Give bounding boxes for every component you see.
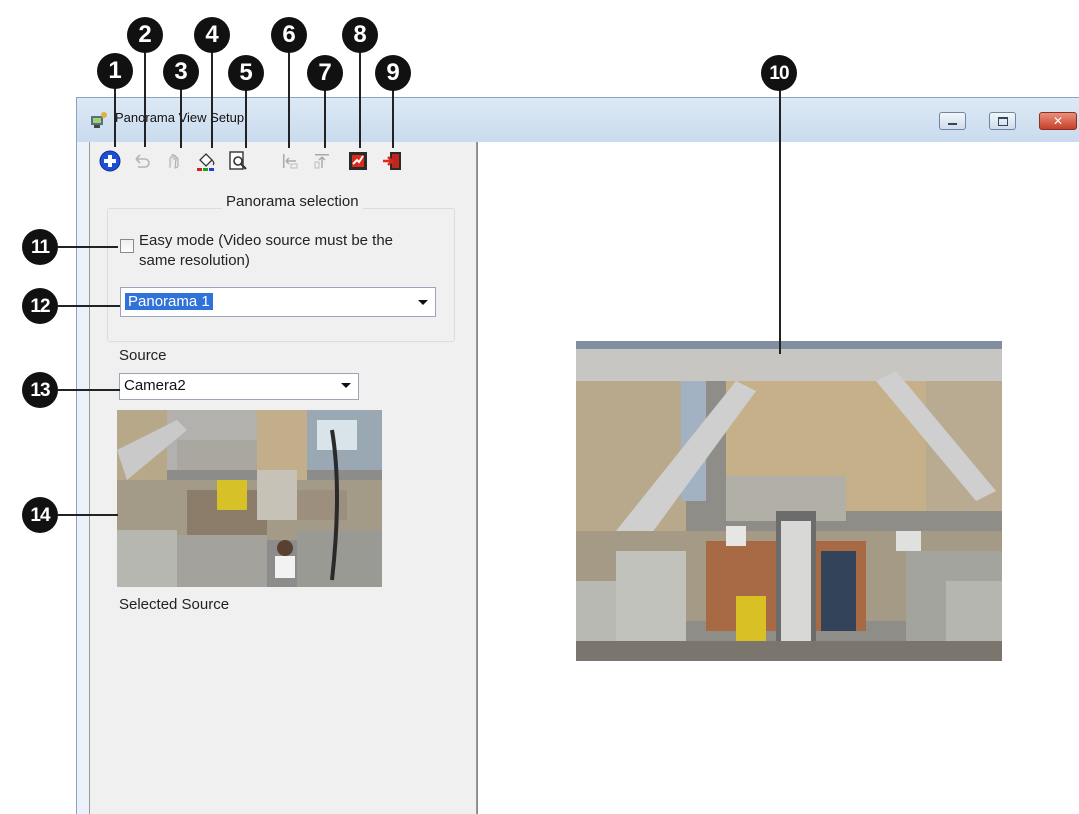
source-dropdown[interactable]: Camera2 <box>119 373 359 400</box>
easy-mode-label: Easy mode (Video source must be the same… <box>139 232 394 269</box>
callout-leader <box>324 88 326 148</box>
panorama-preview-image <box>576 341 1002 661</box>
callout-7: 7 <box>307 55 343 91</box>
panorama-preview-pane <box>477 142 1079 814</box>
minimize-icon <box>948 122 957 125</box>
callout-11: 11 <box>22 229 58 265</box>
maximize-icon <box>997 116 1008 126</box>
save-button[interactable] <box>347 150 369 172</box>
color-button[interactable] <box>195 150 217 172</box>
panorama-dropdown-value: Panorama 1 <box>125 293 213 310</box>
callout-leader <box>58 305 120 307</box>
undo-button[interactable] <box>131 150 153 172</box>
callout-leader <box>392 88 394 148</box>
callout-6: 6 <box>271 17 307 53</box>
callout-10: 10 <box>761 55 797 91</box>
callout-leader <box>144 50 146 147</box>
callout-leader <box>58 389 120 391</box>
save-icon <box>349 152 367 170</box>
hand-button[interactable] <box>163 150 185 172</box>
chevron-down-icon <box>341 383 351 388</box>
callout-leader <box>58 246 118 248</box>
undo-icon <box>135 154 150 168</box>
selected-source-caption: Selected Source <box>119 596 230 613</box>
callout-5: 5 <box>228 55 264 91</box>
callout-12: 12 <box>22 288 58 324</box>
chevron-down-icon <box>418 300 428 305</box>
panorama-selected-text: Panorama 1 <box>125 293 213 310</box>
callout-9: 9 <box>375 55 411 91</box>
callout-3: 3 <box>163 54 199 90</box>
add-icon <box>99 150 121 172</box>
callout-leader <box>779 89 781 354</box>
source-label: Source <box>119 347 167 364</box>
source-dropdown-value: Camera2 <box>124 377 186 394</box>
selected-source-thumbnail <box>117 410 382 587</box>
add-button[interactable] <box>99 150 121 172</box>
close-button[interactable]: ✕ <box>1039 112 1077 130</box>
preview-button[interactable] <box>227 150 249 172</box>
close-icon: ✕ <box>1052 114 1064 128</box>
align-left-button[interactable] <box>279 150 301 172</box>
callout-4: 4 <box>194 17 230 53</box>
up-align-icon <box>314 154 329 169</box>
easy-mode-checkbox[interactable] <box>120 239 134 253</box>
callout-2: 2 <box>127 17 163 53</box>
minimize-button[interactable] <box>939 112 966 130</box>
callout-14: 14 <box>22 497 58 533</box>
callout-leader <box>359 50 361 148</box>
maximize-button[interactable] <box>989 112 1016 130</box>
left-align-icon <box>283 154 298 169</box>
title-bar: Panorama View Setup ✕ <box>77 98 1079 142</box>
callout-13: 13 <box>22 372 58 408</box>
panorama-selection-group <box>107 208 455 342</box>
exit-icon <box>383 152 401 170</box>
hand-icon <box>169 154 179 169</box>
panorama-dropdown[interactable]: Panorama 1 <box>120 287 436 317</box>
callout-leader <box>58 514 118 516</box>
panorama-selection-title: Panorama selection <box>222 193 363 210</box>
callout-8: 8 <box>342 17 378 53</box>
callout-leader <box>114 87 116 147</box>
callout-leader <box>245 88 247 148</box>
callout-leader <box>211 50 213 148</box>
panorama-view-setup-window: Panorama View Setup ✕ <box>76 97 1079 814</box>
app-icon <box>91 112 107 128</box>
preview-icon <box>229 151 247 170</box>
exit-button[interactable] <box>381 150 403 172</box>
callout-leader <box>288 50 290 148</box>
callout-1: 1 <box>97 53 133 89</box>
callout-leader <box>180 88 182 148</box>
paint-bucket-icon <box>197 153 215 171</box>
align-up-button[interactable] <box>311 150 333 172</box>
